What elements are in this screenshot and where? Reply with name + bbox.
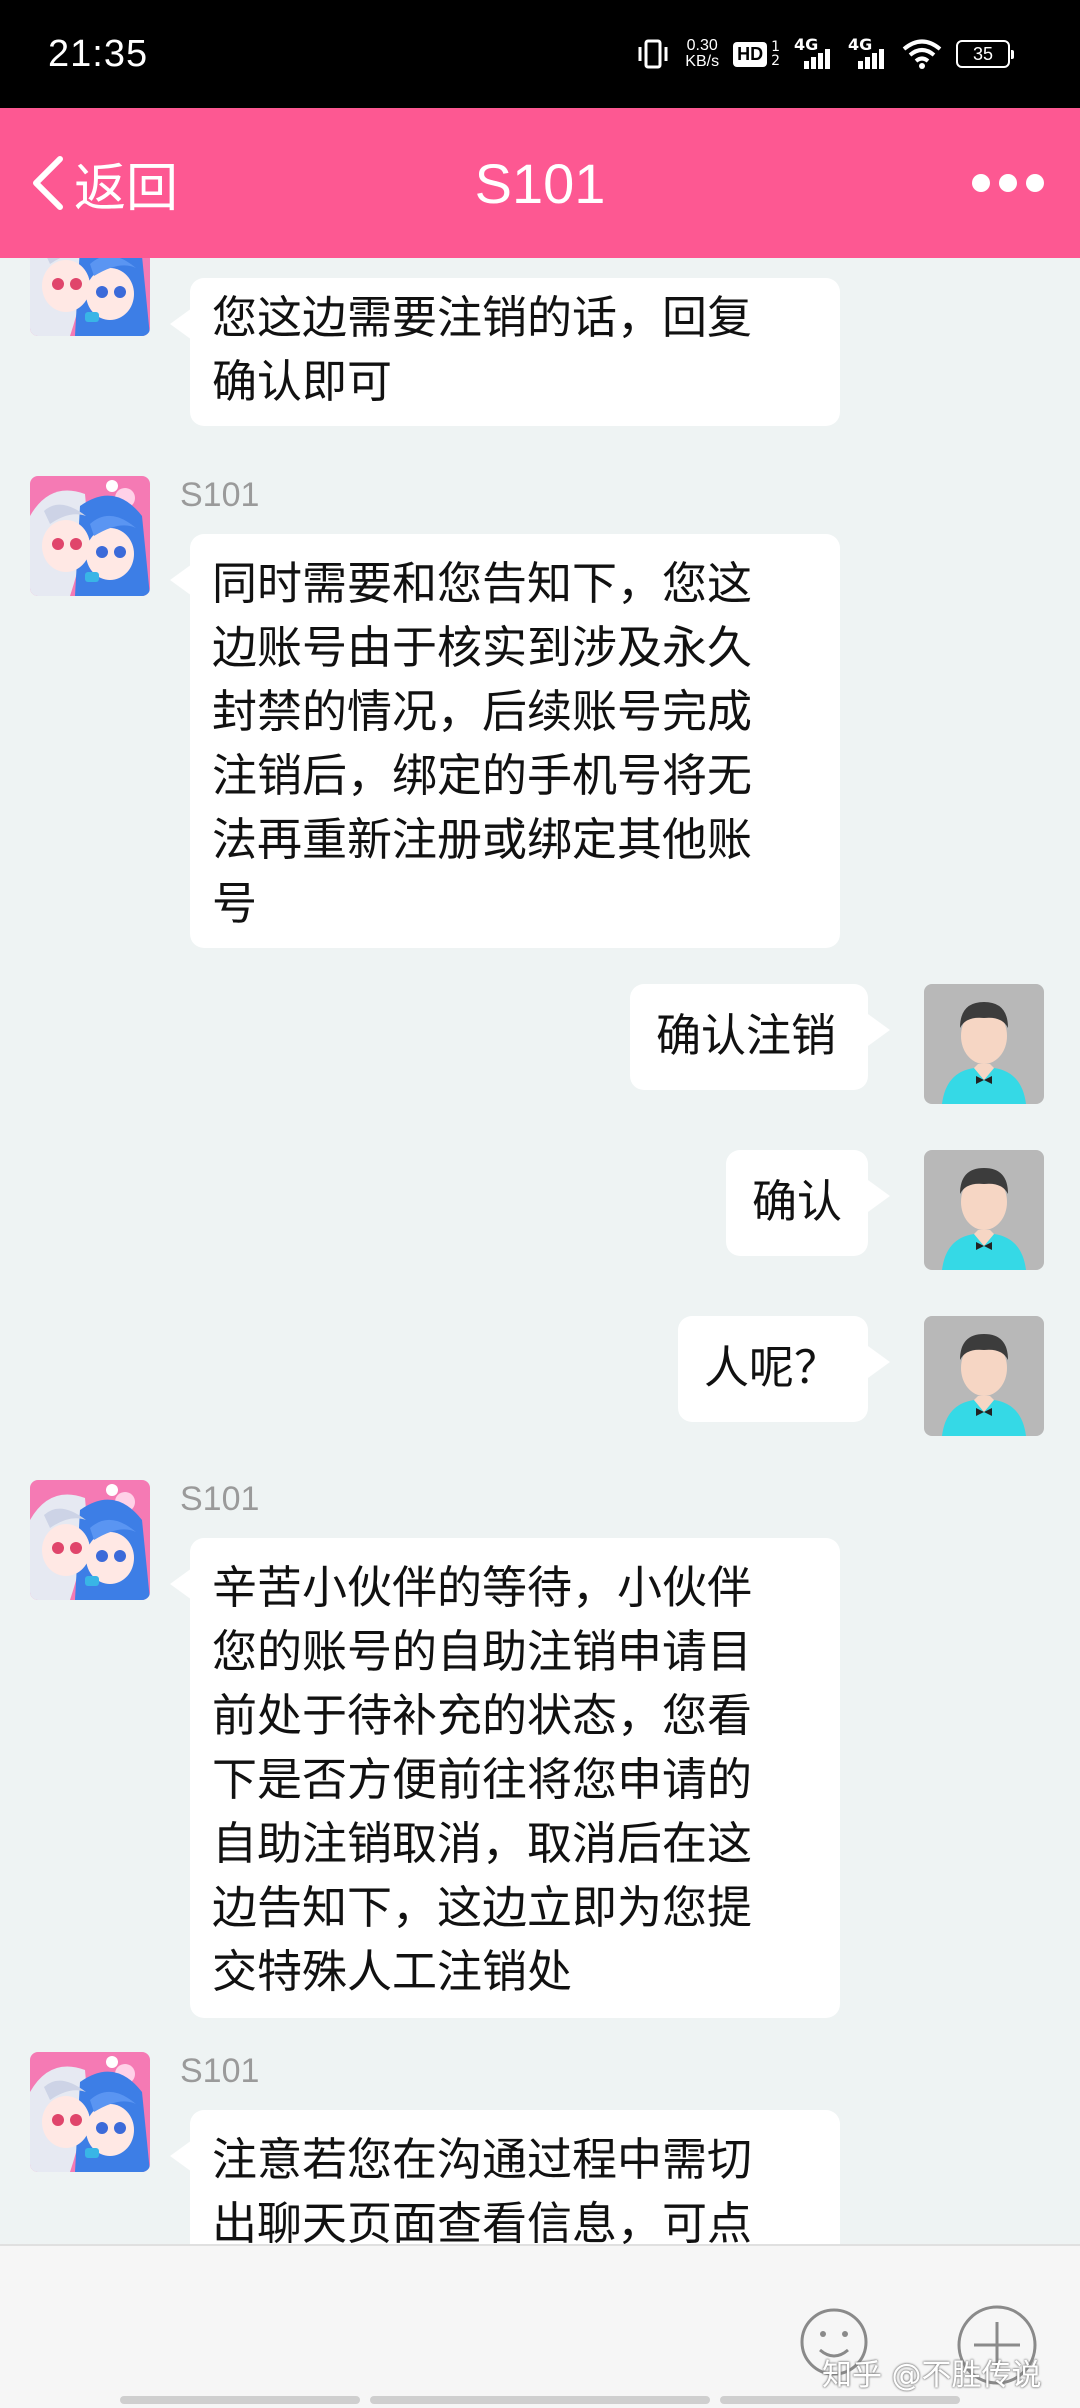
signal-label: 4G <box>794 35 819 54</box>
message-bubble[interactable]: 您这边需要注销的话，回复 确认即可 <box>170 278 840 426</box>
message-line: 封禁的情况，后续账号完成 <box>212 685 753 738</box>
signal-icon: 4G <box>848 35 888 69</box>
message-bubble[interactable]: 人呢？ <box>678 1316 890 1422</box>
message-line: 注销后，绑定的手机号将无 <box>212 749 753 802</box>
message-line: 确认即可 <box>212 355 393 408</box>
wifi-icon <box>902 39 942 69</box>
message-line: 人呢？ <box>704 1341 840 1394</box>
message-line: 前处于待补充的状态，您看 <box>212 1689 753 1742</box>
message-bubble[interactable]: 辛苦小伙伴的等待，小伙伴 您的账号的自助注销申请目 前处于待补充的状态，您看 下… <box>170 1538 840 2018</box>
message-bubble[interactable]: 同时需要和您告知下，您这 边账号由于核实到涉及永久 封禁的情况，后续账号完成 注… <box>170 534 840 948</box>
message-line: 确认 <box>752 1175 843 1228</box>
battery-icon: 35 <box>956 40 1014 68</box>
message-line: 辛苦小伙伴的等待，小伙伴 <box>212 1561 753 1614</box>
more-options-button[interactable] <box>972 163 1044 203</box>
battery-level: 35 <box>972 43 994 64</box>
hd-sim-index: 1 2 <box>771 40 780 68</box>
signal-icon: 4G <box>794 35 834 69</box>
message-line: 法再重新注册或绑定其他账 <box>212 813 753 866</box>
network-speed-value: 0.30 <box>686 37 718 54</box>
hd-sup-bottom: 2 <box>771 53 780 69</box>
watermark: 知乎 @不胜传说 <box>822 2358 1042 2393</box>
message-line: 出聊天页面查看信息，可点 <box>212 2197 753 2244</box>
avatar[interactable] <box>30 476 150 596</box>
avatar[interactable] <box>924 984 1044 1104</box>
sender-name: S101 <box>180 1480 260 1518</box>
more-dots-icon <box>972 174 990 192</box>
avatar[interactable] <box>30 258 150 336</box>
hd-sup-top: 1 <box>771 39 780 55</box>
gesture-bar <box>120 2396 360 2404</box>
message-line: 交特殊人工注销处 <box>212 1945 573 1998</box>
sender-name: S101 <box>180 476 260 514</box>
network-speed: 0.30 KB/s <box>685 38 719 70</box>
chevron-left-icon <box>33 156 63 210</box>
message-line: 您的账号的自助注销申请目 <box>212 1625 753 1678</box>
message-line: 自助注销取消，取消后在这 <box>212 1817 753 1870</box>
avatar[interactable] <box>30 1480 150 1600</box>
avatar[interactable] <box>924 1316 1044 1436</box>
input-bar: 知乎 @不胜传说 <box>0 2244 1080 2408</box>
gesture-bar <box>370 2396 710 2404</box>
network-speed-unit: KB/s <box>685 53 720 70</box>
status-bar: 21:35 0.30 KB/s HD 1 2 4G 4G 35 <box>0 0 1080 108</box>
back-button[interactable]: 返回 <box>28 148 179 219</box>
message-bubble[interactable]: 确认 <box>726 1150 890 1256</box>
message-line: 注意若您在沟通过程中需切 <box>212 2133 753 2186</box>
back-label: 返回 <box>74 158 179 219</box>
avatar[interactable] <box>30 2052 150 2172</box>
signal-label: 4G <box>848 35 873 54</box>
avatar[interactable] <box>924 1150 1044 1270</box>
chat-header: 返回 S101 <box>0 108 1080 258</box>
message-line: 边告知下，这边立即为您提 <box>212 1881 753 1934</box>
hd-badge: HD <box>733 41 768 67</box>
message-line: 下是否方便前往将您申请的 <box>212 1753 753 1806</box>
message-bubble[interactable]: 确认注销 <box>630 984 890 1090</box>
message-bubble[interactable]: 注意若您在沟通过程中需切 出聊天页面查看信息，可点 <box>170 2110 840 2244</box>
status-time: 21:35 <box>48 32 149 75</box>
more-dots-icon <box>1026 174 1044 192</box>
message-line: 您这边需要注销的话，回复 <box>212 291 753 344</box>
status-icons: 0.30 KB/s HD 1 2 4G 4G 35 <box>635 35 1014 72</box>
gesture-bar <box>720 2396 960 2404</box>
vibrate-icon <box>638 39 668 69</box>
more-dots-icon <box>999 174 1017 192</box>
chat-message-list[interactable]: 您这边需要注销的话，回复 确认即可 S101 同时需要和您告知下，您这 边账号由… <box>0 258 1080 2244</box>
page-title: S101 <box>474 151 606 215</box>
message-line: 号 <box>212 877 258 930</box>
message-line: 确认注销 <box>656 1009 837 1062</box>
message-line: 同时需要和您告知下，您这 <box>212 557 753 610</box>
sender-name: S101 <box>180 2052 260 2090</box>
message-line: 边账号由于核实到涉及永久 <box>212 621 753 674</box>
